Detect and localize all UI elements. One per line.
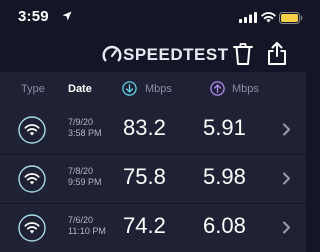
wifi-type-icon bbox=[18, 165, 46, 193]
wifi-icon bbox=[261, 12, 276, 23]
result-upload: 5.91 bbox=[203, 115, 246, 140]
result-time: 3:58 PM bbox=[68, 128, 102, 138]
result-download: 83.2 bbox=[123, 115, 166, 140]
speedtest-logo-icon bbox=[102, 45, 122, 62]
status-time: 3:59 bbox=[18, 8, 49, 25]
result-upload: 5.98 bbox=[203, 164, 246, 189]
download-arrow-icon bbox=[122, 81, 137, 96]
column-type[interactable]: Type bbox=[21, 83, 45, 95]
upload-arrow-icon bbox=[210, 81, 225, 96]
chevron-right-icon bbox=[283, 172, 290, 185]
wifi-type-icon bbox=[18, 116, 46, 144]
column-date[interactable]: Date bbox=[68, 83, 92, 95]
result-row[interactable]: 7/9/20 3:58 PM 83.2 5.91 bbox=[0, 106, 306, 154]
result-download: 75.8 bbox=[123, 164, 166, 189]
result-datetime: 7/9/20 3:58 PM bbox=[68, 117, 102, 139]
result-date: 7/8/20 bbox=[68, 166, 94, 176]
chevron-right-icon bbox=[283, 123, 290, 136]
chevron-right-icon bbox=[283, 221, 290, 234]
column-upload-unit[interactable]: Mbps bbox=[232, 83, 259, 95]
brand-name: SPEEDTEST bbox=[123, 45, 229, 64]
trash-icon[interactable] bbox=[232, 42, 254, 66]
result-time: 9:59 PM bbox=[68, 177, 102, 187]
status-bar: 3:59 bbox=[0, 0, 306, 34]
result-date: 7/6/20 bbox=[68, 215, 94, 225]
result-datetime: 7/8/20 9:59 PM bbox=[68, 166, 102, 188]
results-column-header: Type Date Mbps Mbps bbox=[0, 72, 306, 107]
result-date: 7/9/20 bbox=[68, 117, 94, 127]
wifi-type-icon bbox=[18, 214, 46, 242]
result-upload: 6.08 bbox=[203, 213, 246, 238]
result-download: 74.2 bbox=[123, 213, 166, 238]
column-download-unit[interactable]: Mbps bbox=[145, 83, 172, 95]
result-row[interactable]: 7/8/20 9:59 PM 75.8 5.98 bbox=[0, 155, 306, 203]
app-header: SPEEDTEST bbox=[0, 34, 306, 72]
result-datetime: 7/6/20 11:10 PM bbox=[68, 215, 106, 237]
battery-icon bbox=[279, 12, 303, 24]
share-icon[interactable] bbox=[267, 41, 287, 66]
result-time: 11:10 PM bbox=[68, 226, 106, 236]
signal-icon bbox=[239, 12, 257, 23]
result-row[interactable]: 7/6/20 11:10 PM 74.2 6.08 bbox=[0, 204, 306, 252]
location-arrow-icon bbox=[62, 11, 72, 21]
